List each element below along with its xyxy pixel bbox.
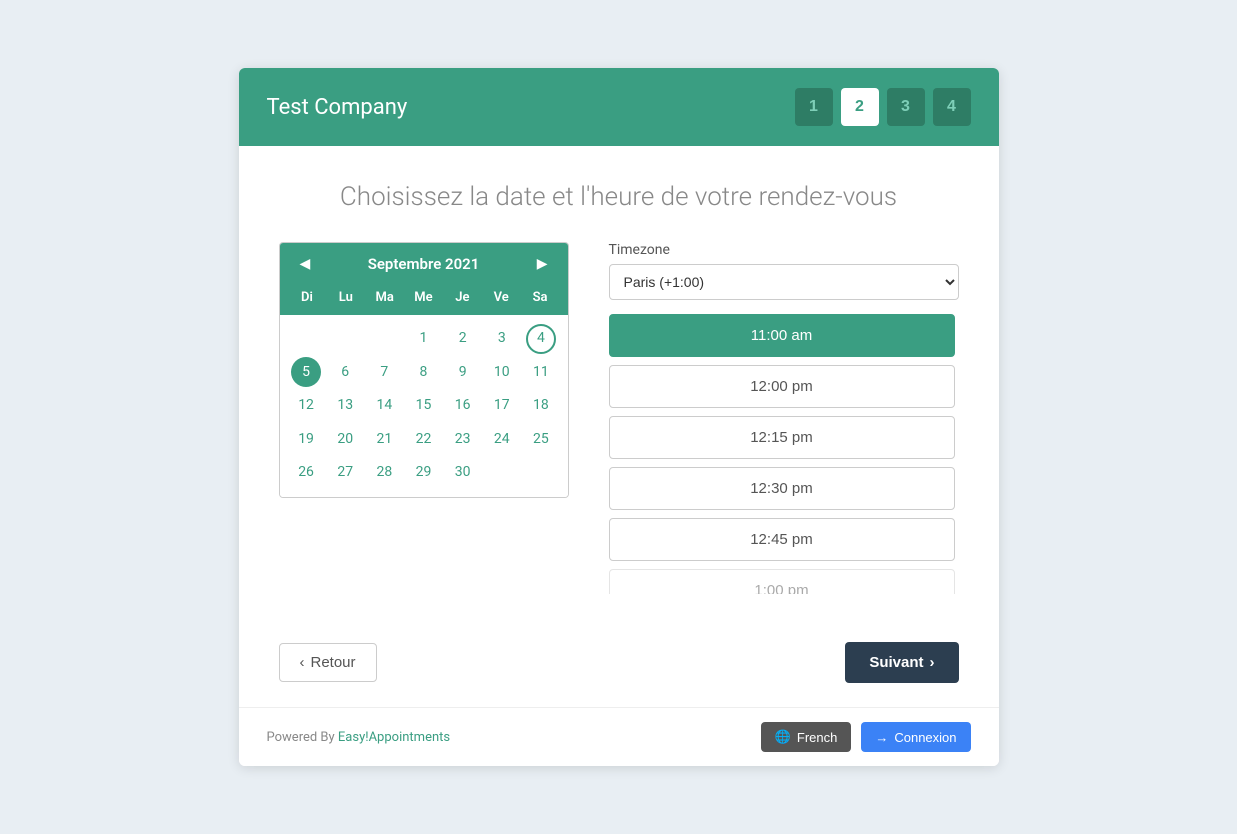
- powered-by: Powered By Easy!Appointments: [267, 730, 451, 745]
- calendar-grid: 1234567891011121314151617181920212223242…: [280, 315, 568, 497]
- calendar-month-title: Septembre 2021: [368, 255, 480, 273]
- connexion-button[interactable]: → Connexion: [861, 722, 970, 752]
- calendar-cell-6[interactable]: 6: [327, 357, 364, 389]
- calendar-cell-23[interactable]: 23: [444, 424, 481, 456]
- time-slot-12-15-pm[interactable]: 12:15 pm: [609, 416, 955, 459]
- language-label: French: [797, 730, 837, 745]
- calendar: ◀ Septembre 2021 ▶ Di Lu Ma Me Je Ve Sa …: [279, 242, 569, 498]
- day-header-lu: Lu: [326, 288, 365, 307]
- calendar-cell-empty: [483, 457, 520, 489]
- day-header-sa: Sa: [521, 288, 560, 307]
- calendar-cell-13[interactable]: 13: [327, 390, 364, 422]
- easy-appointments-link[interactable]: Easy!Appointments: [338, 730, 450, 745]
- retour-button[interactable]: ‹ Retour: [279, 643, 377, 682]
- calendar-cell-11[interactable]: 11: [522, 357, 559, 389]
- time-slot-12-45-pm[interactable]: 12:45 pm: [609, 518, 955, 561]
- calendar-cell-17[interactable]: 17: [483, 390, 520, 422]
- calendar-cell-1[interactable]: 1: [405, 323, 442, 355]
- connexion-label: Connexion: [894, 730, 956, 745]
- calendar-cell-empty: [366, 323, 403, 355]
- calendar-cell-10[interactable]: 10: [483, 357, 520, 389]
- calendar-cell-26[interactable]: 26: [288, 457, 325, 489]
- calendar-cell-9[interactable]: 9: [444, 357, 481, 389]
- header: Test Company 1 2 3 4: [239, 68, 999, 146]
- calendar-header: ◀ Septembre 2021 ▶: [280, 243, 568, 284]
- calendar-cell-empty: [522, 457, 559, 489]
- day-header-me: Me: [404, 288, 443, 307]
- calendar-cell-25[interactable]: 25: [522, 424, 559, 456]
- main-content: Choisissez la date et l'heure de votre r…: [239, 146, 999, 707]
- day-header-di: Di: [288, 288, 327, 307]
- calendar-cell-8[interactable]: 8: [405, 357, 442, 389]
- step-2-button[interactable]: 2: [841, 88, 879, 126]
- calendar-cell-28[interactable]: 28: [366, 457, 403, 489]
- calendar-cell-24[interactable]: 24: [483, 424, 520, 456]
- body-row: ◀ Septembre 2021 ▶ Di Lu Ma Me Je Ve Sa …: [279, 242, 959, 594]
- time-slot-12-00-pm[interactable]: 12:00 pm: [609, 365, 955, 408]
- calendar-cell-7[interactable]: 7: [366, 357, 403, 389]
- calendar-cell-21[interactable]: 21: [366, 424, 403, 456]
- calendar-cell-today[interactable]: 5: [291, 357, 321, 387]
- day-header-je: Je: [443, 288, 482, 307]
- page-title: Choisissez la date et l'heure de votre r…: [279, 182, 959, 212]
- step-3-button[interactable]: 3: [887, 88, 925, 126]
- calendar-days-header: Di Lu Ma Me Je Ve Sa: [280, 284, 568, 315]
- company-title: Test Company: [267, 95, 408, 120]
- calendar-cell-18[interactable]: 18: [522, 390, 559, 422]
- calendar-cell-22[interactable]: 22: [405, 424, 442, 456]
- calendar-cell-16[interactable]: 16: [444, 390, 481, 422]
- footer: Powered By Easy!Appointments 🌐 French → …: [239, 707, 999, 766]
- nav-buttons: ‹ Retour Suivant ›: [279, 626, 959, 683]
- calendar-cell-29[interactable]: 29: [405, 457, 442, 489]
- calendar-cell-4[interactable]: 4: [526, 324, 556, 354]
- footer-right: 🌐 French → Connexion: [761, 722, 971, 752]
- step-1-button[interactable]: 1: [795, 88, 833, 126]
- powered-by-text: Powered By: [267, 730, 338, 745]
- calendar-cell-3[interactable]: 3: [483, 323, 520, 355]
- calendar-cell-14[interactable]: 14: [366, 390, 403, 422]
- right-panel: Timezone Paris (+1:00) London (+0:00) Ne…: [609, 242, 959, 594]
- day-header-ve: Ve: [482, 288, 521, 307]
- day-header-ma: Ma: [365, 288, 404, 307]
- calendar-cell-empty: [327, 323, 364, 355]
- timezone-label: Timezone: [609, 242, 959, 258]
- step-4-button[interactable]: 4: [933, 88, 971, 126]
- time-slot-12-30-pm[interactable]: 12:30 pm: [609, 467, 955, 510]
- login-icon: →: [875, 730, 888, 745]
- retour-label: Retour: [311, 654, 356, 671]
- chevron-right-icon: ›: [930, 654, 935, 671]
- suivant-label: Suivant: [869, 654, 923, 671]
- time-slot-11-00-am[interactable]: 11:00 am: [609, 314, 955, 357]
- calendar-cell-12[interactable]: 12: [288, 390, 325, 422]
- globe-icon: 🌐: [775, 729, 791, 745]
- time-slots-container: 11:00 am 12:00 pm 12:15 pm 12:30 pm 12:45 pm…: [609, 314, 959, 594]
- calendar-cell-2[interactable]: 2: [444, 323, 481, 355]
- app-container: Test Company 1 2 3 4 Choisissez la date …: [239, 68, 999, 766]
- calendar-cell-27[interactable]: 27: [327, 457, 364, 489]
- calendar-cell-empty: [288, 323, 325, 355]
- calendar-next-button[interactable]: ▶: [531, 253, 554, 274]
- calendar-prev-button[interactable]: ◀: [294, 253, 317, 274]
- calendar-cell-19[interactable]: 19: [288, 424, 325, 456]
- calendar-cell-20[interactable]: 20: [327, 424, 364, 456]
- timezone-select[interactable]: Paris (+1:00) London (+0:00) New York (-…: [609, 264, 959, 300]
- suivant-button[interactable]: Suivant ›: [845, 642, 958, 683]
- step-indicators: 1 2 3 4: [795, 88, 971, 126]
- chevron-left-icon: ‹: [300, 654, 305, 671]
- calendar-cell-30[interactable]: 30: [444, 457, 481, 489]
- language-button[interactable]: 🌐 French: [761, 722, 852, 752]
- time-slot-1-00-pm[interactable]: 1:00 pm: [609, 569, 955, 594]
- calendar-cell-15[interactable]: 15: [405, 390, 442, 422]
